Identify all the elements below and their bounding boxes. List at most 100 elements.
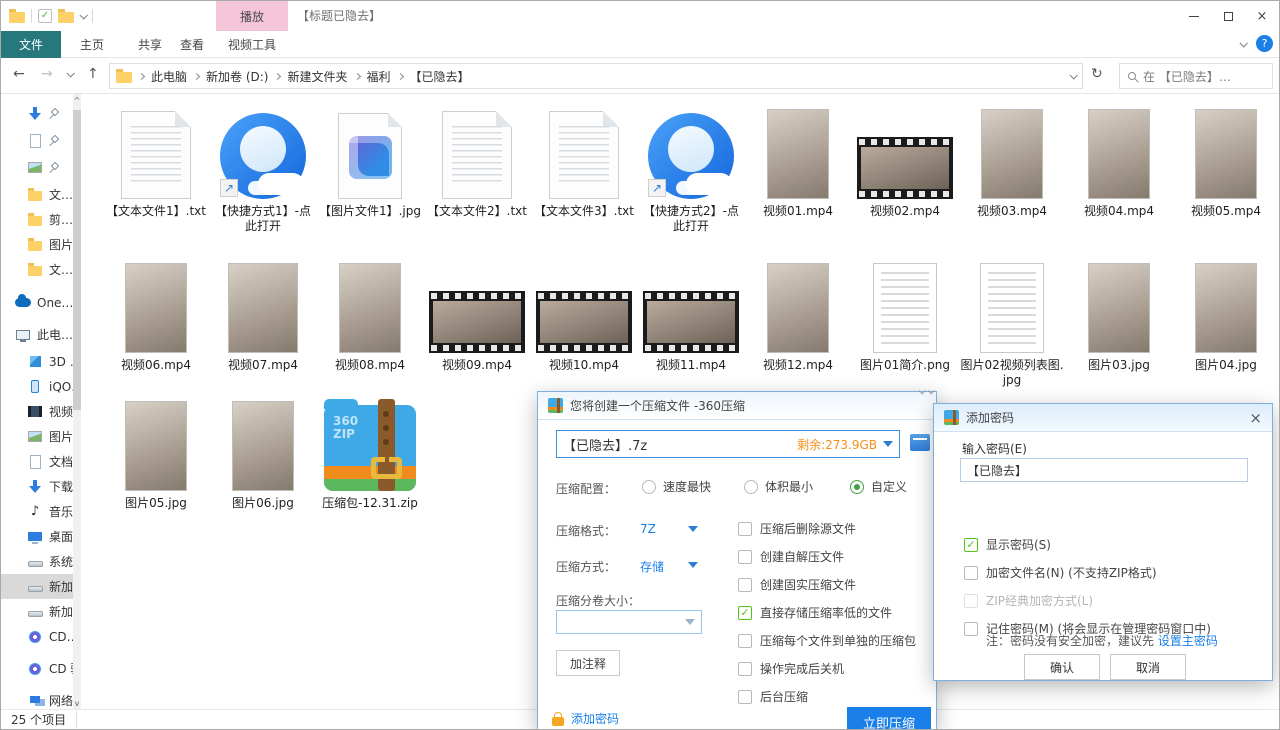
sidebar-item-cd-drive[interactable]: CD…	[1, 624, 73, 649]
breadcrumb-drive-d[interactable]: 新加卷 (D:)	[206, 68, 268, 85]
sidebar-item-folder[interactable]: 文…	[1, 257, 73, 282]
close-button[interactable]: ×	[1245, 1, 1279, 31]
checkbox-self-extracting[interactable]: 创建自解压文件	[738, 548, 844, 565]
file-item[interactable]: 图片04.jpg	[1173, 259, 1279, 373]
file-item[interactable]: 视频12.mp4	[745, 259, 851, 373]
format-dropdown-icon[interactable]	[688, 526, 698, 532]
sidebar-item-cd-drive[interactable]: CD 驱…	[1, 656, 73, 681]
sidebar-item-this-pc[interactable]: 此电…	[1, 322, 73, 347]
sidebar-item-documents-pinned[interactable]	[1, 128, 73, 153]
method-value[interactable]: 存储	[640, 558, 664, 575]
file-item[interactable]: ↗【快捷方式2】-点此打开	[638, 105, 744, 234]
browse-folder-icon[interactable]	[910, 434, 930, 451]
dropdown-icon[interactable]	[883, 441, 893, 447]
sidebar-scrollbar[interactable]: ^ v	[73, 94, 81, 711]
back-icon[interactable]: ←	[13, 66, 25, 82]
up-icon[interactable]: ↑	[87, 66, 99, 82]
tab-view[interactable]: 查看	[163, 31, 221, 58]
checkbox-solid-archive[interactable]: 创建固实压缩文件	[738, 576, 856, 593]
tab-home[interactable]: 主页	[63, 31, 121, 58]
checkbox-show-password[interactable]: ✓显示密码(S)	[964, 536, 1051, 553]
sidebar-item-folder[interactable]: 图片	[1, 232, 73, 257]
ribbon-collapse-icon[interactable]	[1239, 39, 1247, 47]
format-value[interactable]: 7Z	[640, 522, 656, 536]
file-item[interactable]: 图片02视频列表图.jpg	[959, 259, 1065, 388]
file-item[interactable]: 图片03.jpg	[1066, 259, 1172, 373]
help-icon[interactable]: ?	[1256, 35, 1273, 52]
radio-fastest[interactable]: 速度最快	[642, 478, 711, 495]
search-box[interactable]: 在 【已隐去】…	[1119, 63, 1273, 89]
checkbox-delete-source[interactable]: 压缩后删除源文件	[738, 520, 856, 537]
sidebar-item-folder[interactable]: 文…	[1, 182, 73, 207]
sidebar-item-pictures-pinned[interactable]	[1, 155, 73, 180]
checkbox-shutdown-after[interactable]: 操作完成后关机	[738, 660, 844, 677]
file-item[interactable]: 图片06.jpg	[210, 397, 316, 511]
file-item[interactable]: 视频09.mp4	[424, 259, 530, 373]
chevron-down-icon[interactable]	[79, 11, 87, 19]
scrollbar-thumb[interactable]	[73, 110, 81, 410]
volume-select[interactable]	[556, 610, 702, 634]
breadcrumb[interactable]: 此电脑 新加卷 (D:) 新建文件夹 福利 【已隐去】	[109, 63, 1083, 89]
collapse-chevrons-icon[interactable]	[919, 389, 933, 394]
file-item[interactable]: 视频10.mp4	[531, 259, 637, 373]
sidebar-item-downloads-pinned[interactable]	[1, 101, 73, 126]
sidebar-item-drive-d-selected[interactable]: 新加…	[1, 574, 73, 599]
file-item[interactable]: 视频06.mp4	[103, 259, 209, 373]
file-item[interactable]: 视频08.mp4	[317, 259, 423, 373]
file-item[interactable]: 【图片文件1】.jpg	[317, 105, 423, 219]
file-item[interactable]: 【文本文件1】.txt	[103, 105, 209, 219]
checkbox-store-low-ratio[interactable]: ✓直接存储压缩率低的文件	[738, 604, 892, 621]
file-item[interactable]: 图片01简介.png	[852, 259, 958, 373]
sidebar-item-phone[interactable]: iQO…	[1, 374, 73, 399]
address-dropdown-icon[interactable]	[1069, 71, 1077, 79]
checkbox-background-compress[interactable]: 后台压缩	[738, 688, 808, 705]
set-master-password-link[interactable]: 设置主密码	[1158, 634, 1218, 648]
breadcrumb-this-pc[interactable]: 此电脑	[151, 68, 187, 85]
file-item[interactable]: 视频07.mp4	[210, 259, 316, 373]
tab-video-tools[interactable]: 视频工具	[216, 31, 288, 58]
file-menu-button[interactable]: 文件	[1, 31, 61, 58]
checkbox-separate-archives[interactable]: 压缩每个文件到单独的压缩包	[738, 632, 916, 649]
sidebar-item-desktop[interactable]: 桌面	[1, 524, 73, 549]
file-item[interactable]: 视频02.mp4	[852, 105, 958, 219]
file-item[interactable]: 【文本文件3】.txt	[531, 105, 637, 219]
file-item[interactable]: 360 ZIP压缩包-12.31.zip	[317, 397, 423, 511]
archive-name-input[interactable]: 【已隐去】.7z 剩余:273.9GB	[556, 430, 900, 458]
sidebar-item-videos[interactable]: 视频	[1, 399, 73, 424]
password-input[interactable]	[960, 458, 1248, 482]
breadcrumb-folder[interactable]: 福利	[367, 68, 391, 85]
sidebar-item-music[interactable]: ♪音乐	[1, 499, 73, 524]
breadcrumb-new-folder[interactable]: 新建文件夹	[287, 68, 347, 85]
radio-custom[interactable]: 自定义	[850, 478, 907, 495]
minimize-button[interactable]	[1177, 1, 1211, 31]
sidebar-item-3d-objects[interactable]: 3D …	[1, 349, 73, 374]
recent-locations-icon[interactable]	[66, 69, 74, 77]
confirm-button[interactable]: 确认	[1024, 654, 1100, 680]
contextual-tab-play[interactable]: 播放	[216, 1, 288, 31]
password-dialog-titlebar[interactable]: 添加密码 ×	[934, 404, 1272, 432]
file-item[interactable]: 图片05.jpg	[103, 397, 209, 511]
checkbox-encrypt-filenames[interactable]: 加密文件名(N) (不支持ZIP格式)	[964, 564, 1157, 581]
cancel-button[interactable]: 取消	[1110, 654, 1186, 680]
compress-now-button[interactable]: 立即压缩	[847, 707, 931, 730]
forward-icon[interactable]: →	[41, 66, 53, 82]
add-password-link[interactable]: 添加密码	[552, 710, 619, 727]
method-dropdown-icon[interactable]	[688, 562, 698, 568]
sidebar-item-folder[interactable]: 剪…	[1, 207, 73, 232]
breadcrumb-current[interactable]: 【已隐去】	[410, 68, 470, 85]
file-item[interactable]: 视频11.mp4	[638, 259, 744, 373]
file-item[interactable]: 【文本文件2】.txt	[424, 105, 530, 219]
close-icon[interactable]: ×	[1249, 409, 1262, 427]
add-comment-button[interactable]: 加注释	[556, 650, 620, 676]
sidebar-item-system-drive[interactable]: 系统…	[1, 549, 73, 574]
sidebar-item-pictures[interactable]: 图片	[1, 424, 73, 449]
sidebar-item-network[interactable]: 网络	[1, 688, 73, 711]
checkbox-icon[interactable]: ✓	[38, 9, 52, 23]
scroll-up-icon[interactable]: ^	[73, 94, 81, 108]
sidebar-item-documents[interactable]: 文档	[1, 449, 73, 474]
compress-dialog-titlebar[interactable]: 您将创建一个压缩文件 -360压缩	[538, 392, 936, 420]
file-item[interactable]: 视频01.mp4	[745, 105, 851, 219]
file-item[interactable]: 视频04.mp4	[1066, 105, 1172, 219]
sidebar-item-downloads[interactable]: 下载	[1, 474, 73, 499]
sidebar-item-drive[interactable]: 新加…	[1, 599, 73, 624]
